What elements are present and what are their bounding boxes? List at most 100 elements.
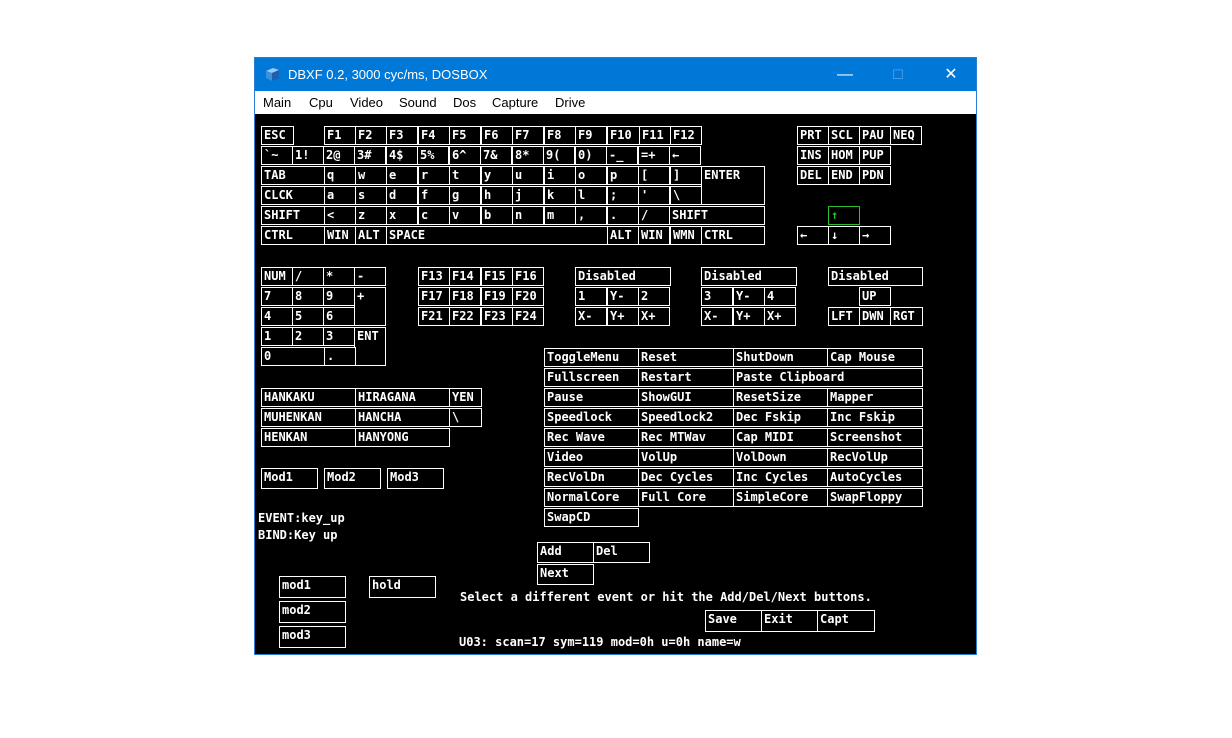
key-jp-backslash[interactable]: \ <box>449 408 482 427</box>
key-u[interactable]: u <box>512 166 544 185</box>
key-f23[interactable]: F23 <box>481 307 513 326</box>
event-mapper[interactable]: Mapper <box>827 388 923 407</box>
key-c[interactable]: c <box>418 206 450 225</box>
key-f5[interactable]: F5 <box>449 126 481 145</box>
event-rec-mtwav[interactable]: Rec MTWav <box>638 428 734 447</box>
key-f11[interactable]: F11 <box>639 126 671 145</box>
joy2-button-3[interactable]: 3 <box>701 287 733 306</box>
mod3-option[interactable]: mod3 <box>279 626 346 648</box>
key-space[interactable]: SPACE <box>386 226 608 245</box>
mod3-button[interactable]: Mod3 <box>387 468 444 489</box>
key-f12[interactable]: F12 <box>670 126 702 145</box>
key-f1[interactable]: F1 <box>324 126 356 145</box>
joy1-x-minus[interactable]: X- <box>575 307 607 326</box>
key-tab[interactable]: TAB <box>261 166 325 185</box>
event-speedlock[interactable]: Speedlock <box>544 408 639 427</box>
key-henkan[interactable]: HENKAN <box>261 428 356 447</box>
key-less-than[interactable]: < <box>324 206 356 225</box>
key-h[interactable]: h <box>481 186 513 205</box>
key-slash[interactable]: / <box>638 206 670 225</box>
joy2-button-4[interactable]: 4 <box>764 287 796 306</box>
key-f9[interactable]: F9 <box>575 126 607 145</box>
key-left-ctrl[interactable]: CTRL <box>261 226 325 245</box>
key-2[interactable]: 2@ <box>323 146 355 165</box>
key-f8[interactable]: F8 <box>544 126 576 145</box>
menu-capture[interactable]: Capture <box>492 95 538 110</box>
key-right-alt[interactable]: ALT <box>607 226 639 245</box>
key-m[interactable]: m <box>544 206 576 225</box>
key-6[interactable]: 6^ <box>449 146 481 165</box>
key-a[interactable]: a <box>324 186 356 205</box>
joy2-x-plus[interactable]: X+ <box>764 307 796 326</box>
key-g[interactable]: g <box>449 186 481 205</box>
numpad-numlock[interactable]: NUM <box>261 267 293 286</box>
key-capslock[interactable]: CLCK <box>261 186 325 205</box>
key-hom[interactable]: HOM <box>828 146 860 165</box>
key-f16[interactable]: F16 <box>512 267 544 286</box>
event-inc-fskip[interactable]: Inc Fskip <box>827 408 923 427</box>
minimize-button[interactable]: — <box>822 58 868 91</box>
key-minus[interactable]: -_ <box>606 146 638 165</box>
key-win[interactable]: WIN <box>324 226 356 245</box>
key-left-arrow[interactable]: ← <box>797 226 829 245</box>
event-dec-cycles[interactable]: Dec Cycles <box>638 468 734 487</box>
event-rec-wave[interactable]: Rec Wave <box>544 428 639 447</box>
key-1[interactable]: 1! <box>292 146 324 165</box>
save-button[interactable]: Save <box>705 610 762 632</box>
key-r[interactable]: r <box>418 166 450 185</box>
key-7[interactable]: 7& <box>480 146 512 165</box>
event-autocycles[interactable]: AutoCycles <box>827 468 923 487</box>
key-scl[interactable]: SCL <box>828 126 860 145</box>
key-yen[interactable]: YEN <box>449 388 482 407</box>
key-d[interactable]: d <box>386 186 418 205</box>
event-recvolup[interactable]: RecVolUp <box>827 448 923 467</box>
key-z[interactable]: z <box>355 206 387 225</box>
key-f10[interactable]: F10 <box>607 126 640 145</box>
key-del[interactable]: DEL <box>797 166 829 185</box>
key-0[interactable]: 0) <box>575 146 607 165</box>
numpad-subtract[interactable]: - <box>354 267 386 286</box>
event-shutdown[interactable]: ShutDown <box>733 348 828 367</box>
title-bar[interactable]: DBXF 0.2, 3000 cyc/ms, DOSBOX — ☐ ✕ <box>255 58 976 91</box>
key-quote[interactable]: ' <box>638 186 670 205</box>
key-neq[interactable]: NEQ <box>890 126 922 145</box>
key-comma[interactable]: , <box>575 206 607 225</box>
key-x[interactable]: x <box>386 206 418 225</box>
add-button[interactable]: Add <box>537 542 594 563</box>
key-left-bracket[interactable]: [ <box>638 166 670 185</box>
key-pdn[interactable]: PDN <box>859 166 891 185</box>
joy1-y-plus[interactable]: Y+ <box>607 307 639 326</box>
numpad-3[interactable]: 3 <box>323 327 355 346</box>
key-e[interactable]: e <box>386 166 418 185</box>
key-esc[interactable]: ESC <box>261 126 294 145</box>
numpad-2[interactable]: 2 <box>292 327 324 346</box>
numpad-1[interactable]: 1 <box>261 327 293 346</box>
key-f19[interactable]: F19 <box>481 287 513 306</box>
key-f15[interactable]: F15 <box>481 267 513 286</box>
mod2-button[interactable]: Mod2 <box>324 468 381 489</box>
key-f14[interactable]: F14 <box>449 267 481 286</box>
event-full-core[interactable]: Full Core <box>638 488 734 507</box>
key-f21[interactable]: F21 <box>418 307 450 326</box>
event-dec-fskip[interactable]: Dec Fskip <box>733 408 828 427</box>
capt-button[interactable]: Capt <box>817 610 875 632</box>
event-resetsize[interactable]: ResetSize <box>733 388 828 407</box>
key-enter[interactable]: ENTER <box>701 166 765 205</box>
key-pup[interactable]: PUP <box>859 146 891 165</box>
event-swapfloppy[interactable]: SwapFloppy <box>827 488 923 507</box>
event-video[interactable]: Video <box>544 448 639 467</box>
event-normalcore[interactable]: NormalCore <box>544 488 639 507</box>
hold-option[interactable]: hold <box>369 576 436 598</box>
key-left-shift[interactable]: SHIFT <box>261 206 325 225</box>
key-5[interactable]: 5% <box>417 146 449 165</box>
key-f2[interactable]: F2 <box>355 126 387 145</box>
key-alt[interactable]: ALT <box>355 226 387 245</box>
next-button[interactable]: Next <box>537 564 594 585</box>
key-semicolon[interactable]: ; <box>607 186 639 205</box>
key-f24[interactable]: F24 <box>512 307 544 326</box>
key-down-arrow[interactable]: ↓ <box>828 226 860 245</box>
key-right-bracket[interactable]: ] <box>670 166 702 185</box>
key-f[interactable]: f <box>418 186 450 205</box>
event-volup[interactable]: VolUp <box>638 448 734 467</box>
event-reset[interactable]: Reset <box>638 348 734 367</box>
